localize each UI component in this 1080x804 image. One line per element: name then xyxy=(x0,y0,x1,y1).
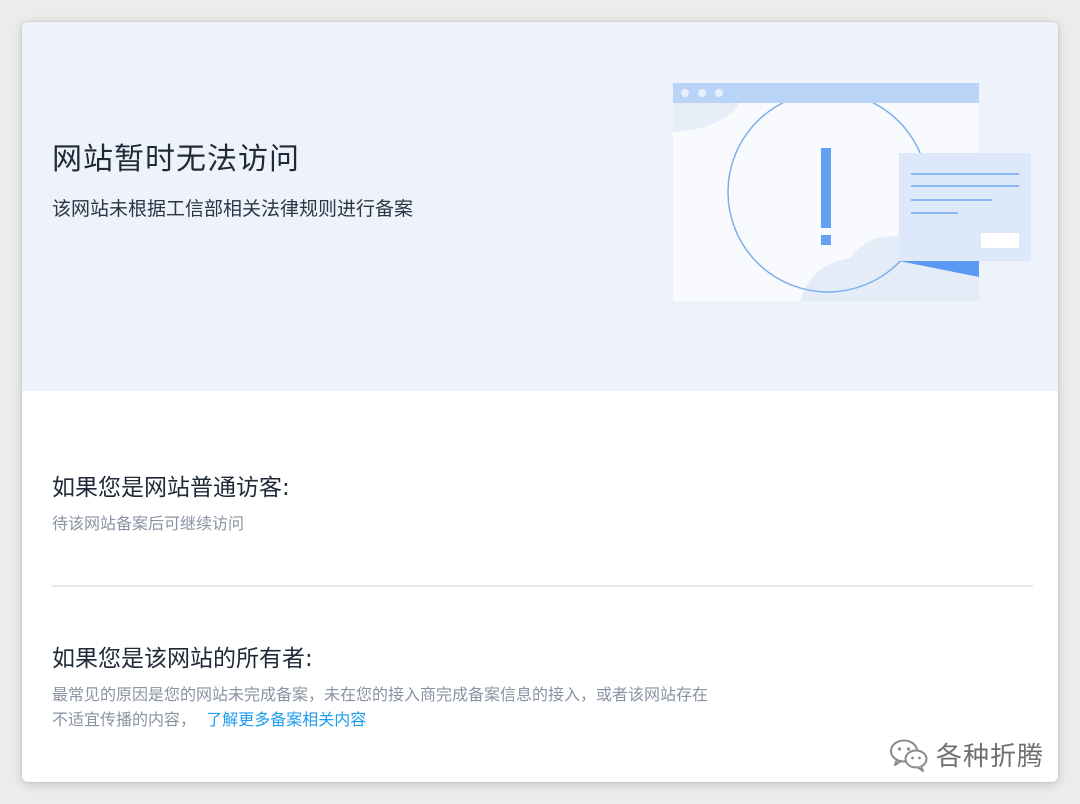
window-dot-3 xyxy=(715,89,723,97)
owner-heading: 如果您是该网站的所有者: xyxy=(52,646,313,672)
exclamation-dot xyxy=(821,235,831,245)
window-dot-2 xyxy=(698,89,706,97)
watermark-text: 各种折腾 xyxy=(936,742,1045,772)
visitor-text: 待该网站备案后可继续访问 xyxy=(52,514,245,533)
document-button xyxy=(981,233,1019,248)
exclamation-bar xyxy=(821,148,831,228)
owner-text-line-1: 最常见的原因是您的网站未完成备案，未在您的接入商完成备案信息的接入，或者该网站存… xyxy=(52,685,709,704)
hero-banner: 网站暂时无法访问 该网站未根据工信部相关法律规则进行备案 xyxy=(22,22,1058,391)
window-dot-1 xyxy=(681,89,689,97)
wechat-icon xyxy=(890,739,928,772)
learn-more-link[interactable]: 了解更多备案相关内容 xyxy=(206,710,366,729)
owner-text: 最常见的原因是您的网站未完成备案，未在您的接入商完成备案信息的接入，或者该网站存… xyxy=(52,682,708,732)
warning-illustration xyxy=(673,83,1031,301)
error-page-window: 网站暂时无法访问 该网站未根据工信部相关法律规则进行备案 如果您是网站普通访客:… xyxy=(22,22,1058,782)
page-title: 网站暂时无法访问 xyxy=(52,142,300,177)
owner-text-line-2: 不适宜传播的内容， xyxy=(52,710,197,729)
page-subtitle: 该网站未根据工信部相关法律规则进行备案 xyxy=(52,198,414,220)
section-divider xyxy=(52,585,1033,587)
watermark: 各种折腾 xyxy=(888,736,1044,773)
visitor-heading: 如果您是网站普通访客: xyxy=(52,475,290,501)
